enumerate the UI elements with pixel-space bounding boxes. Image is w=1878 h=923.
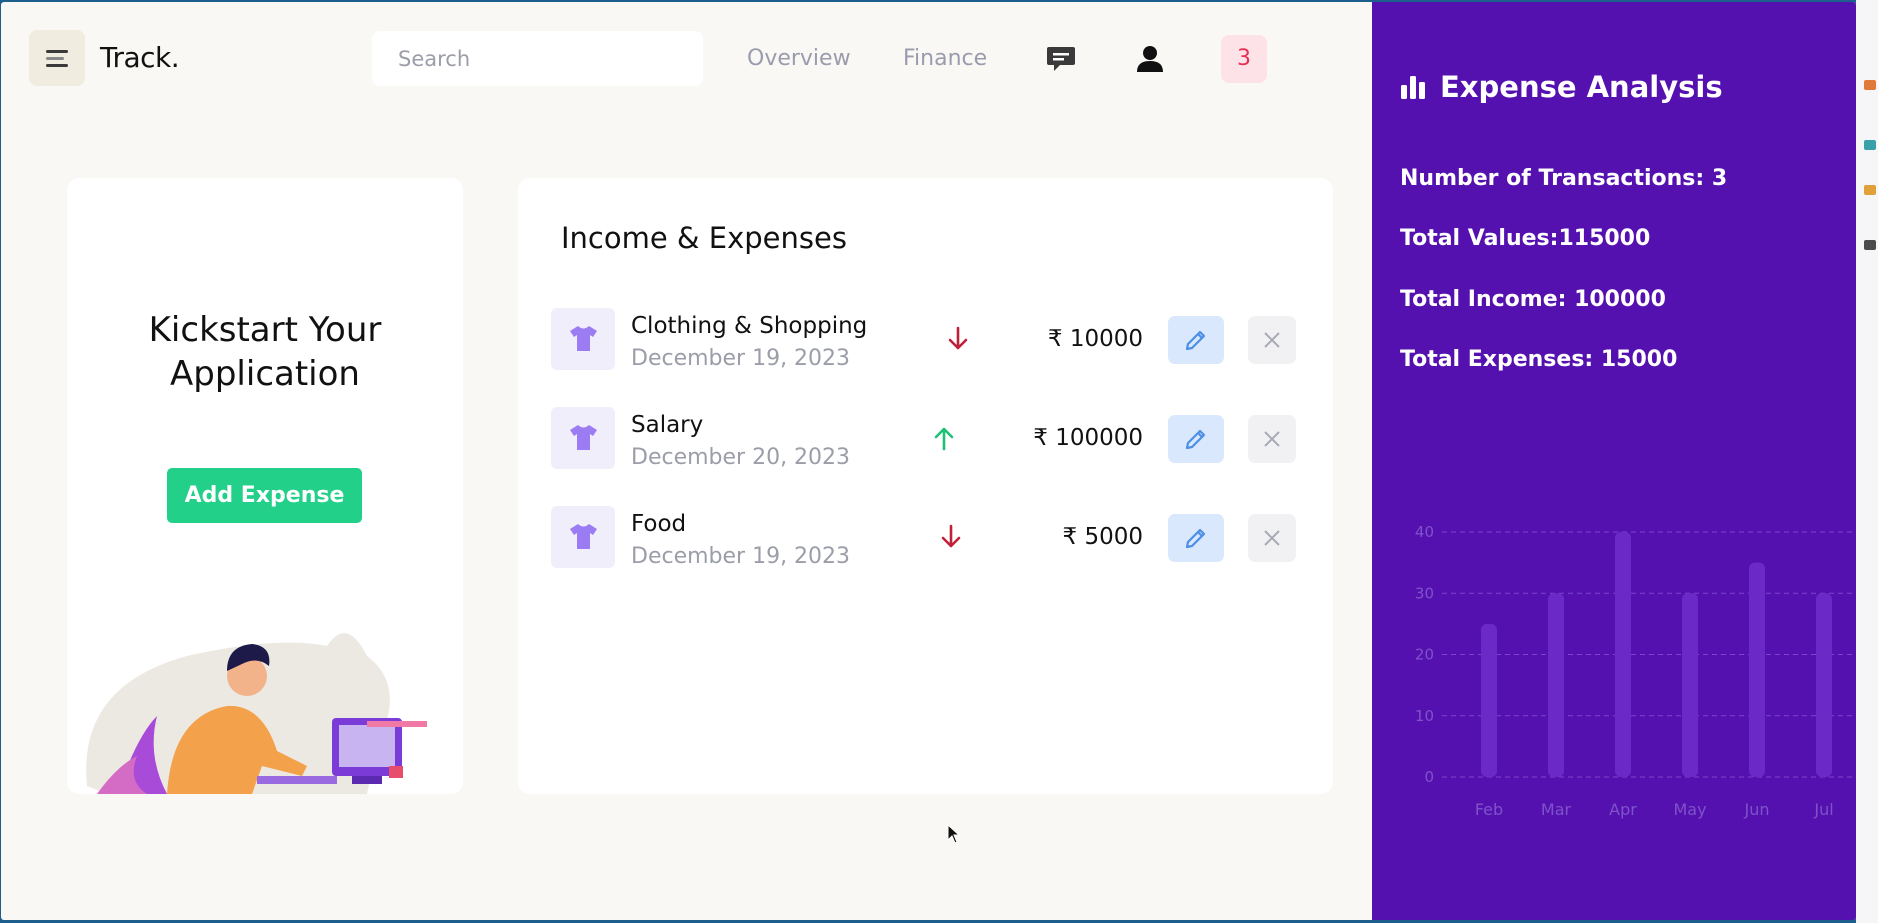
x-tick-label: May <box>1673 800 1706 819</box>
x-tick-label: Mar <box>1541 800 1572 819</box>
add-expense-button[interactable]: Add Expense <box>167 468 362 523</box>
income-expenses-card: Income & Expenses Clothing & Shopping De… <box>518 178 1333 794</box>
transaction-category: Salary <box>631 412 704 438</box>
pencil-icon <box>1185 528 1206 549</box>
background-window-edge <box>1856 0 1878 923</box>
user-icon[interactable] <box>1136 45 1164 77</box>
stat-total-income: Total Income: 100000 <box>1400 287 1666 312</box>
category-thumbnail <box>551 506 615 568</box>
menu-button[interactable] <box>29 30 85 86</box>
tshirt-icon <box>570 524 597 549</box>
panel-title: Expense Analysis <box>1440 70 1723 104</box>
transaction-date: December 19, 2023 <box>631 346 851 371</box>
chart-bar-jul[interactable] <box>1816 593 1832 777</box>
illustration <box>86 633 427 794</box>
close-icon <box>1264 332 1280 348</box>
delete-button[interactable] <box>1248 415 1296 463</box>
transaction-category: Food <box>631 511 687 537</box>
category-thumbnail <box>551 407 615 469</box>
expense-bar-chart: 0 10 20 30 40 Feb Mar Apr May Jun Jul <box>1415 523 1856 819</box>
brand-logo: Track. <box>100 41 180 74</box>
expense-analysis-panel: Expense Analysis Number of Transactions:… <box>1372 2 1856 920</box>
tshirt-icon <box>570 326 597 351</box>
chat-icon[interactable] <box>1046 45 1076 77</box>
x-tick-label: Feb <box>1475 800 1503 819</box>
y-tick-label: 20 <box>1415 646 1434 664</box>
category-thumbnail <box>551 308 615 370</box>
app-window: Track. Overview Finance 3 Kickstart Your… <box>1 2 1856 920</box>
y-tick-label: 40 <box>1415 523 1434 541</box>
pencil-icon <box>1185 429 1206 450</box>
edit-button[interactable] <box>1168 316 1224 364</box>
transaction-category: Clothing & Shopping <box>631 313 868 339</box>
mouse-cursor-icon <box>947 824 961 844</box>
stat-total-values: Total Values:115000 <box>1400 226 1651 251</box>
chart-bar-feb[interactable] <box>1481 623 1497 777</box>
chart-bar-apr[interactable] <box>1615 532 1631 777</box>
delete-button[interactable] <box>1248 514 1296 562</box>
chart-bar-mar[interactable] <box>1548 593 1564 777</box>
delete-button[interactable] <box>1248 316 1296 364</box>
tshirt-icon <box>570 425 597 450</box>
chart-bar-jun[interactable] <box>1749 562 1765 777</box>
transaction-amount: ₹ 100000 <box>1033 425 1143 451</box>
chart-bar-may[interactable] <box>1682 593 1698 777</box>
close-icon <box>1264 431 1280 447</box>
edit-button[interactable] <box>1168 415 1224 463</box>
arrow-down-icon <box>941 524 961 548</box>
y-tick-label: 10 <box>1415 707 1434 725</box>
close-icon <box>1264 530 1280 546</box>
transaction-amount: ₹ 5000 <box>1062 524 1143 550</box>
search-input[interactable] <box>372 31 703 86</box>
transaction-row: Food December 19, 2023 ₹ 5000 <box>551 506 1301 569</box>
menu-icon <box>46 50 68 53</box>
transaction-row: Clothing & Shopping December 19, 2023 ₹ … <box>551 308 1301 371</box>
kickstart-title: Kickstart Your Application <box>148 310 382 394</box>
stat-total-expenses: Total Expenses: 15000 <box>1400 347 1678 372</box>
kickstart-card: Kickstart Your Application Add Expense <box>67 178 463 794</box>
stat-transactions: Number of Transactions: 3 <box>1400 166 1728 191</box>
y-tick-label: 0 <box>1424 768 1434 786</box>
arrow-down-icon <box>948 326 968 350</box>
pencil-icon <box>1185 330 1206 351</box>
arrow-up-icon <box>934 427 954 451</box>
transaction-amount: ₹ 10000 <box>1047 326 1143 352</box>
edit-button[interactable] <box>1168 514 1224 562</box>
notification-badge[interactable]: 3 <box>1221 35 1267 83</box>
section-title: Income & Expenses <box>561 221 847 255</box>
bar-chart-icon <box>1401 76 1425 99</box>
x-tick-label: Jun <box>1744 800 1770 819</box>
x-tick-label: Jul <box>1813 800 1833 819</box>
transaction-row: Salary December 20, 2023 ₹ 100000 <box>551 407 1301 470</box>
transaction-date: December 20, 2023 <box>631 445 851 470</box>
x-tick-label: Apr <box>1609 800 1637 819</box>
transaction-date: December 19, 2023 <box>631 544 851 569</box>
y-tick-label: 30 <box>1415 584 1434 602</box>
nav-overview[interactable]: Overview <box>747 46 851 71</box>
nav-finance[interactable]: Finance <box>903 46 987 71</box>
